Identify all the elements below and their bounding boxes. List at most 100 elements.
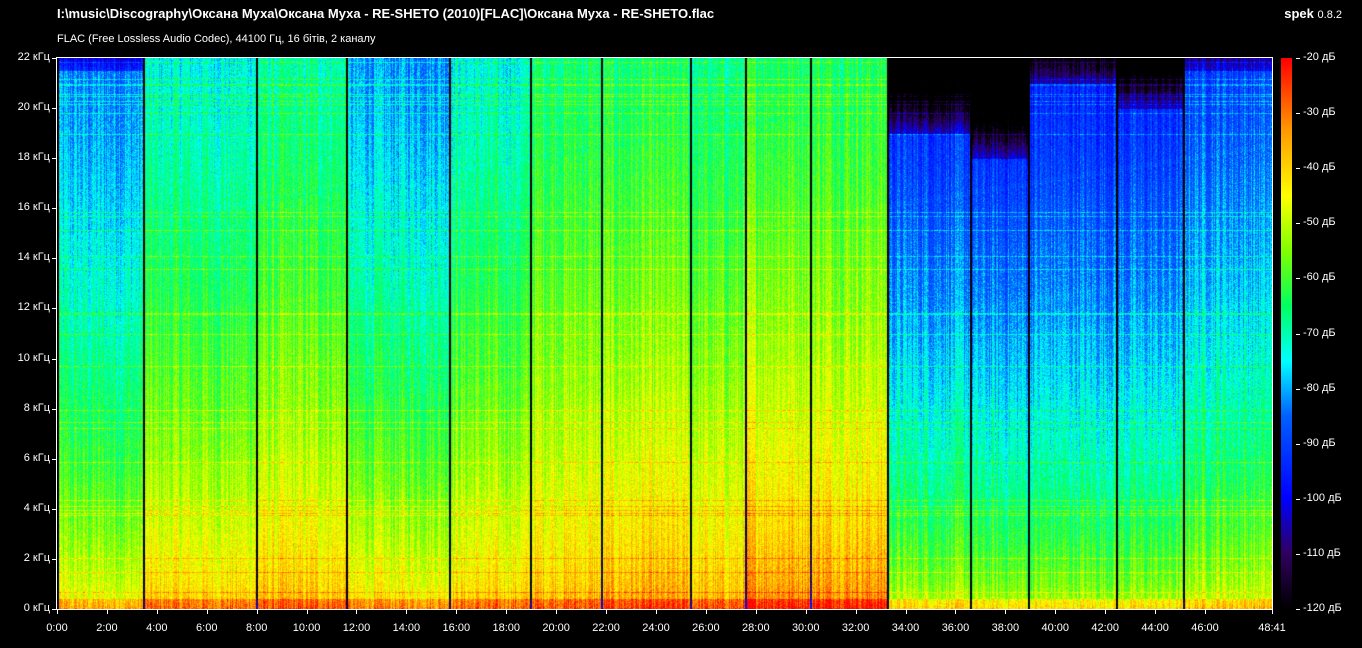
y-tick-label: 20 кГц (17, 101, 50, 114)
x-tick-label: 14:00 (392, 622, 421, 634)
db-tick-label: -110 дБ (1303, 546, 1341, 559)
db-tick-mark (1296, 168, 1300, 170)
db-tick-mark (1296, 609, 1300, 610)
y-tick-mark (52, 208, 57, 210)
x-tick-label: 20:00 (542, 622, 570, 634)
spectrogram-canvas (57, 58, 1272, 609)
db-tick-label: -20 дБ (1303, 51, 1336, 63)
x-tick-mark (855, 609, 857, 614)
y-tick-label: 16 кГц (17, 201, 50, 214)
x-tick-label: 30:00 (791, 622, 820, 634)
x-tick-mark (106, 609, 108, 614)
db-tick-mark (1296, 58, 1300, 59)
y-tick-mark (52, 158, 57, 160)
x-tick-mark (606, 609, 608, 614)
x-tick-label: 42:00 (1091, 622, 1119, 634)
y-tick-mark (52, 308, 57, 310)
x-tick-mark (256, 609, 258, 614)
x-tick-label: 2:00 (96, 622, 118, 634)
db-tick-label: -80 дБ (1303, 381, 1336, 394)
y-tick-mark (52, 258, 57, 260)
x-tick-mark (1155, 609, 1157, 614)
x-tick-mark (1205, 609, 1207, 614)
x-tick-label: 24:00 (642, 622, 670, 634)
x-tick-mark (1272, 609, 1273, 614)
db-tick-label: -30 дБ (1303, 106, 1336, 119)
audio-info: FLAC (Free Lossless Audio Codec), 44100 … (57, 33, 376, 45)
x-tick-label: 18:00 (492, 622, 520, 634)
db-tick-mark (1296, 443, 1300, 445)
db-tick-mark (1296, 498, 1300, 500)
db-tick-mark (1296, 553, 1300, 555)
x-tick-label: 46:00 (1191, 622, 1219, 634)
x-tick-mark (57, 609, 58, 614)
y-tick-label: 22 кГц (17, 51, 50, 63)
y-tick-mark (52, 408, 57, 410)
db-tick-mark (1296, 278, 1300, 280)
x-tick-label: 16:00 (442, 622, 471, 634)
y-tick-label: 14 кГц (17, 251, 50, 264)
y-tick-label: 8 кГц (23, 401, 50, 414)
y-tick-mark (52, 58, 57, 59)
x-tick-mark (1105, 609, 1107, 614)
x-tick-label: 32:00 (841, 622, 870, 634)
x-tick-label: 12:00 (342, 622, 371, 634)
x-tick-mark (456, 609, 458, 614)
y-tick-label: 12 кГц (17, 301, 50, 314)
x-tick-label: 8:00 (245, 622, 268, 634)
x-tick-label: 22:00 (592, 622, 620, 634)
x-tick-mark (356, 609, 358, 614)
db-tick-label: -120 дБ (1303, 602, 1342, 614)
db-tick-label: -40 дБ (1303, 161, 1336, 174)
x-tick-label: 40:00 (1041, 622, 1070, 634)
db-tick-label: -70 дБ (1303, 326, 1336, 339)
y-tick-mark (52, 108, 57, 110)
y-tick-label: 6 кГц (23, 451, 50, 464)
spectrogram-plot (56, 57, 1273, 610)
x-tick-mark (306, 609, 308, 614)
x-tick-label: 36:00 (941, 622, 970, 634)
x-tick-label: 34:00 (891, 622, 920, 634)
x-tick-label: 4:00 (146, 622, 168, 634)
y-tick-mark (52, 508, 57, 510)
app-brand: spek 0.8.2 (1284, 6, 1342, 21)
x-tick-mark (805, 609, 807, 614)
db-tick-mark (1296, 388, 1300, 390)
x-tick-label: 26:00 (692, 622, 720, 634)
x-tick-label: 28:00 (742, 622, 770, 634)
file-path-title: I:\music\Discography\Оксана Муха\Оксана … (57, 6, 715, 21)
x-tick-mark (406, 609, 408, 614)
app-version: 0.8.2 (1317, 9, 1342, 21)
x-tick-mark (705, 609, 707, 614)
y-tick-mark (52, 358, 57, 360)
app-name: spek (1284, 6, 1314, 21)
db-tick-label: -100 дБ (1303, 491, 1342, 504)
y-tick-label: 10 кГц (17, 351, 50, 364)
x-tick-mark (905, 609, 907, 614)
x-tick-label: 38:00 (991, 622, 1020, 634)
x-tick-mark (506, 609, 508, 614)
y-tick-mark (52, 458, 57, 460)
x-tick-label: 6:00 (196, 622, 218, 634)
x-tick-label: 44:00 (1141, 622, 1169, 634)
x-tick-mark (655, 609, 657, 614)
color-scale-bar (1281, 58, 1292, 609)
x-tick-label: 0:00 (46, 622, 68, 634)
db-tick-label: -50 дБ (1303, 216, 1336, 229)
db-tick-mark (1296, 223, 1300, 225)
x-tick-mark (1005, 609, 1007, 614)
y-tick-mark (52, 558, 57, 560)
db-tick-label: -60 дБ (1303, 271, 1336, 284)
y-tick-label: 2 кГц (23, 551, 50, 564)
x-tick-mark (556, 609, 558, 614)
x-tick-mark (755, 609, 757, 614)
db-tick-label: -90 дБ (1303, 436, 1336, 449)
y-tick-label: 18 кГц (17, 151, 50, 164)
db-tick-mark (1296, 113, 1300, 115)
db-tick-mark (1296, 333, 1300, 335)
x-tick-mark (955, 609, 957, 614)
x-tick-mark (1055, 609, 1057, 614)
x-tick-mark (156, 609, 158, 614)
y-tick-label: 4 кГц (23, 501, 50, 514)
x-tick-label: 48:41 (1258, 622, 1286, 634)
